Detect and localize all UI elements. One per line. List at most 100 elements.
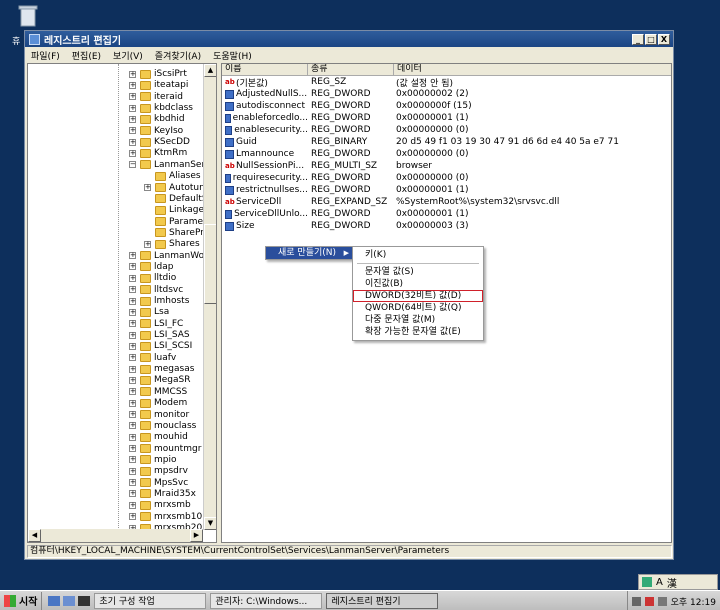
column-data[interactable]: 데이터 (394, 64, 671, 75)
tree-item[interactable]: + ldap (129, 261, 173, 273)
server-manager-icon[interactable] (63, 595, 76, 606)
expand-icon[interactable]: + (129, 286, 136, 294)
ime-icon[interactable] (642, 577, 652, 587)
expand-icon[interactable]: + (129, 263, 136, 271)
menu-view[interactable]: 보기(V) (113, 49, 143, 62)
tree-item[interactable]: + Lsa (129, 306, 169, 318)
tree-item[interactable]: + mpsdrv (129, 465, 188, 477)
tree-item[interactable]: + mouhid (129, 431, 188, 443)
expand-icon[interactable]: + (129, 422, 136, 430)
expand-icon[interactable]: + (144, 184, 151, 191)
expand-icon[interactable]: + (129, 513, 136, 521)
value-row[interactable]: Lmannounce REG_DWORD 0x00000000 (0) (222, 148, 671, 160)
tree-item[interactable]: + MpsSvc (129, 477, 188, 489)
tree-item[interactable]: + Shares (144, 238, 200, 250)
expand-icon[interactable]: + (129, 433, 136, 441)
tree-item[interactable]: + luafv (129, 352, 176, 364)
value-row[interactable]: ab (기본값) REG_SZ (값 설정 안 됨) (222, 76, 671, 89)
submenu-item[interactable]: QWORD(64비트) 값(Q) (353, 302, 483, 314)
tree-item[interactable]: + Mraid35x (129, 488, 196, 500)
tree-item[interactable]: + megasas (129, 363, 194, 375)
tree-item[interactable]: + LSI_SCSI (129, 340, 192, 352)
ime-mode-han[interactable]: 漢 (667, 575, 677, 590)
tree-item[interactable]: + AutotunedParar (144, 182, 203, 194)
tree-item[interactable]: + mountmgr (129, 443, 201, 455)
expand-icon[interactable]: + (129, 331, 136, 339)
tree-item[interactable]: + KtmRm (129, 147, 187, 159)
tree-item[interactable]: ShareProviders (144, 227, 203, 239)
expand-icon[interactable]: + (129, 127, 136, 135)
column-name[interactable]: 이름 (222, 64, 308, 75)
key-tree-pane[interactable]: + iScsiPrt + iteatapi + iteraid + kbdclass + kbdh… (27, 63, 217, 543)
tree-item[interactable]: + mrxsmb10 (129, 511, 202, 523)
expand-icon[interactable]: + (129, 70, 136, 78)
column-type[interactable]: 종류 (308, 64, 394, 75)
scroll-thumb[interactable] (204, 224, 216, 304)
expand-icon[interactable]: + (129, 467, 136, 475)
expand-icon[interactable]: + (129, 149, 136, 157)
tree-item[interactable]: + kbdclass (129, 102, 193, 114)
expand-icon[interactable]: + (129, 490, 136, 498)
tree-item[interactable]: + iScsiPrt (129, 68, 187, 80)
powershell-icon[interactable] (78, 595, 91, 606)
collapse-icon[interactable]: − (129, 161, 136, 169)
expand-icon[interactable]: + (129, 501, 136, 509)
value-row[interactable]: ab NullSessionPi... REG_MULTI_SZ browser (222, 160, 671, 172)
taskbar-item-initial-config[interactable]: 초기 구성 작업 (94, 592, 207, 609)
expand-icon[interactable]: + (129, 354, 136, 362)
tree-item[interactable]: + lmhosts (129, 295, 189, 307)
tree-item[interactable]: + mpio (129, 454, 177, 466)
expand-icon[interactable]: + (129, 342, 136, 350)
context-new-item[interactable]: 새로 만들기(N) ▶ (266, 247, 352, 259)
value-row[interactable]: enablesecurity... REG_DWORD 0x00000000 (0) (222, 124, 671, 136)
tree-item[interactable]: + kbdhid (129, 113, 185, 125)
language-bar[interactable]: A 漢 (638, 574, 718, 590)
ime-mode-a[interactable]: A (656, 577, 663, 588)
value-row[interactable]: enableforcedlo... REG_DWORD 0x00000001 (1) (222, 112, 671, 124)
expand-icon[interactable]: + (129, 308, 136, 316)
expand-icon[interactable]: + (129, 399, 136, 407)
value-row[interactable]: restrictnullses... REG_DWORD 0x00000001 (1… (222, 184, 671, 196)
tree-item[interactable]: + mrxsmb (129, 499, 191, 511)
tree-item[interactable]: + LSI_SAS (129, 329, 190, 341)
expand-icon[interactable]: + (129, 365, 136, 373)
tree-vertical-scrollbar[interactable]: ▲ ▼ (203, 64, 216, 530)
expand-icon[interactable]: + (129, 388, 136, 396)
tree-item[interactable]: − LanmanServer (129, 159, 203, 171)
expand-icon[interactable]: + (129, 297, 136, 305)
expand-icon[interactable]: + (129, 320, 136, 328)
scroll-right-arrow[interactable]: ▶ (190, 529, 203, 542)
expand-icon[interactable]: + (129, 104, 136, 112)
title-bar[interactable]: 레지스트리 편집기 _ □ X (25, 31, 673, 47)
menu-help[interactable]: 도움말(H) (213, 49, 252, 62)
recycle-bin-icon[interactable] (14, 2, 42, 30)
expand-icon[interactable]: + (144, 240, 151, 248)
tree-item[interactable]: Parameters (144, 216, 203, 228)
expand-icon[interactable]: + (129, 456, 136, 464)
security-alert-icon[interactable] (644, 596, 654, 606)
start-button[interactable]: 시작 (0, 591, 43, 610)
tree-item[interactable]: + Modem (129, 397, 187, 409)
expand-icon[interactable]: + (129, 93, 136, 101)
maximize-button[interactable]: □ (645, 33, 657, 45)
expand-icon[interactable]: + (129, 479, 136, 487)
minimize-button[interactable]: _ (632, 33, 644, 45)
expand-icon[interactable]: + (129, 445, 136, 453)
tree-item[interactable]: + MMCSS (129, 386, 187, 398)
value-row[interactable]: autodisconnect REG_DWORD 0x0000000f (15) (222, 100, 671, 112)
submenu-item[interactable]: 확장 가능한 문자열 값(E) (353, 326, 483, 338)
tree-horizontal-scrollbar[interactable]: ◀ ▶ (28, 529, 203, 542)
expand-icon[interactable]: + (129, 138, 136, 146)
menu-favorites[interactable]: 즐겨찾기(A) (155, 49, 201, 62)
tree-item[interactable]: + lltdio (129, 272, 176, 284)
value-row[interactable]: Size REG_DWORD 0x00000003 (3) (222, 220, 671, 232)
tree-item[interactable]: Aliases (144, 170, 201, 182)
expand-icon[interactable]: + (129, 411, 136, 418)
tree-item[interactable]: + LanmanWorkstatio (129, 250, 203, 262)
submenu-item[interactable]: 이진값(B) (353, 278, 483, 290)
submenu-key[interactable]: 키(K) (353, 249, 483, 261)
tree-item[interactable]: + mouclass (129, 420, 196, 432)
submenu-item[interactable]: 문자열 값(S) (353, 266, 483, 278)
expand-icon[interactable]: + (129, 81, 136, 89)
tree-item[interactable]: Linkage (144, 204, 203, 216)
